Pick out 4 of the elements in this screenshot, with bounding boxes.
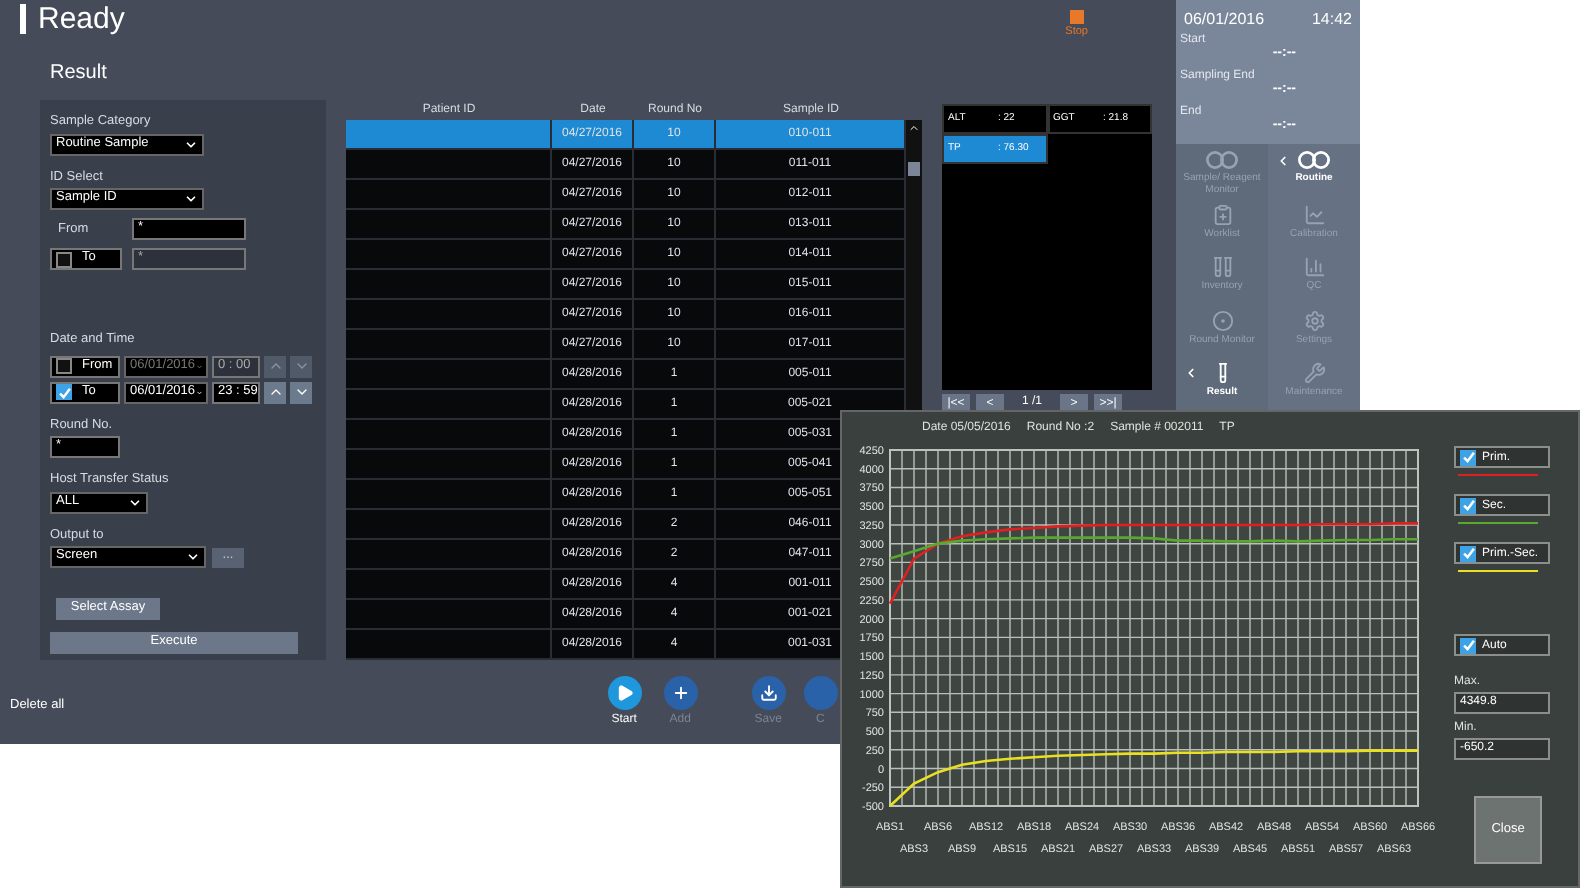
page-title: Result	[48, 63, 109, 83]
current-time: 14:42	[1311, 8, 1352, 32]
status-title: Ready	[38, 4, 125, 34]
current-date: 06/01/2016	[1184, 8, 1265, 32]
